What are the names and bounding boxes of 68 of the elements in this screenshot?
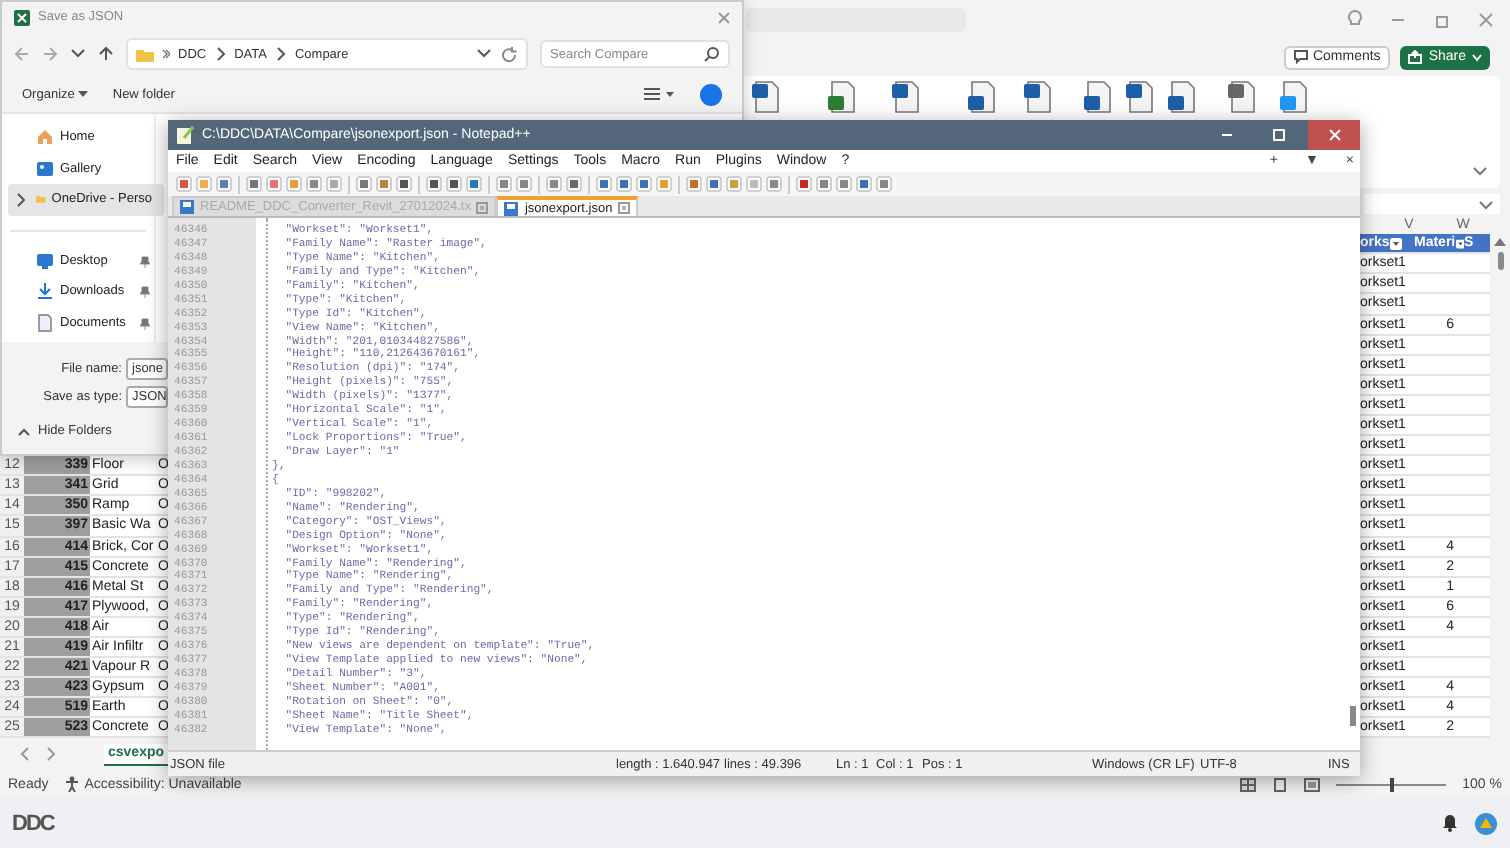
- share-icon: [1408, 50, 1423, 65]
- document-icon[interactable]: [1168, 79, 1196, 114]
- chevron-icon[interactable]: [1472, 166, 1488, 177]
- chevron-right-icon[interactable]: [46, 746, 56, 763]
- page-break-icon[interactable]: [1304, 777, 1321, 792]
- slider-thumb[interactable]: [1389, 777, 1394, 792]
- search-icon: [704, 46, 720, 62]
- close-button[interactable]: [1308, 120, 1360, 150]
- scrollbar-thumb[interactable]: [1349, 706, 1355, 726]
- caret-icon: [1472, 53, 1482, 62]
- document-icon[interactable]: [828, 79, 856, 114]
- document-icon[interactable]: [892, 79, 920, 114]
- logo: DDC: [12, 811, 54, 836]
- document-icon: [36, 313, 54, 332]
- maximize-icon: [1271, 128, 1285, 142]
- document-icon[interactable]: [1024, 79, 1052, 114]
- normal-view-icon[interactable]: [1240, 777, 1257, 792]
- document-icon[interactable]: [1280, 79, 1308, 114]
- chevron-icon: [274, 46, 287, 62]
- view-options-icon[interactable]: [644, 86, 676, 102]
- pin-icon: [140, 255, 150, 267]
- home-icon: [36, 128, 54, 147]
- help-icon[interactable]: [700, 83, 722, 105]
- chevron-icon[interactable]: [70, 46, 86, 62]
- bell-icon[interactable]: [1442, 814, 1458, 833]
- filter-icon[interactable]: [1455, 237, 1464, 250]
- document-icon[interactable]: [1228, 79, 1256, 114]
- lightbulb-icon[interactable]: [1348, 10, 1362, 29]
- spreadsheet-icon: [14, 9, 30, 25]
- document-icon[interactable]: [752, 79, 780, 114]
- chevron-icon[interactable]: [14, 192, 30, 208]
- chevron-icon[interactable]: [1478, 199, 1494, 210]
- scrollbar-thumb[interactable]: [1497, 252, 1503, 271]
- restore-icon[interactable]: [1434, 11, 1450, 28]
- chevron-left-icon[interactable]: [20, 746, 30, 763]
- close-icon[interactable]: [718, 11, 730, 23]
- chevron-icon: [162, 46, 170, 62]
- up-icon[interactable]: [98, 46, 114, 62]
- folder-icon: [36, 190, 46, 209]
- caret-icon: [78, 90, 89, 98]
- gallery-icon: [36, 159, 54, 178]
- document-icon[interactable]: [968, 79, 996, 114]
- page-layout-icon[interactable]: [1272, 777, 1289, 792]
- chevron-icon[interactable]: [476, 46, 492, 62]
- document-icon[interactable]: [1126, 79, 1154, 114]
- forward-icon[interactable]: [42, 46, 58, 62]
- accessibility-icon: [64, 776, 81, 793]
- close-tab-icon[interactable]: [618, 202, 631, 214]
- chevron-icon: [214, 46, 227, 62]
- pin-icon: [140, 286, 150, 298]
- filter-icon[interactable]: [1389, 237, 1402, 250]
- close-tab-icon[interactable]: [476, 201, 489, 213]
- close-icon[interactable]: [1478, 11, 1494, 28]
- comment-icon: [1294, 50, 1309, 65]
- minimize-icon: [1219, 128, 1233, 142]
- folder-icon: [136, 47, 154, 61]
- app-icon[interactable]: [1474, 811, 1498, 836]
- back-icon[interactable]: [14, 46, 30, 62]
- refresh-icon[interactable]: [500, 45, 518, 63]
- download-icon: [36, 282, 54, 301]
- document-icon[interactable]: [1084, 79, 1112, 114]
- monitor-icon: [36, 251, 54, 270]
- file-icon: [180, 200, 194, 214]
- pin-icon: [140, 317, 150, 329]
- notepad-icon: [176, 126, 194, 144]
- close-icon: [1327, 128, 1341, 142]
- caret-icon: [18, 427, 30, 435]
- up-arrow-icon[interactable]: [1494, 238, 1506, 247]
